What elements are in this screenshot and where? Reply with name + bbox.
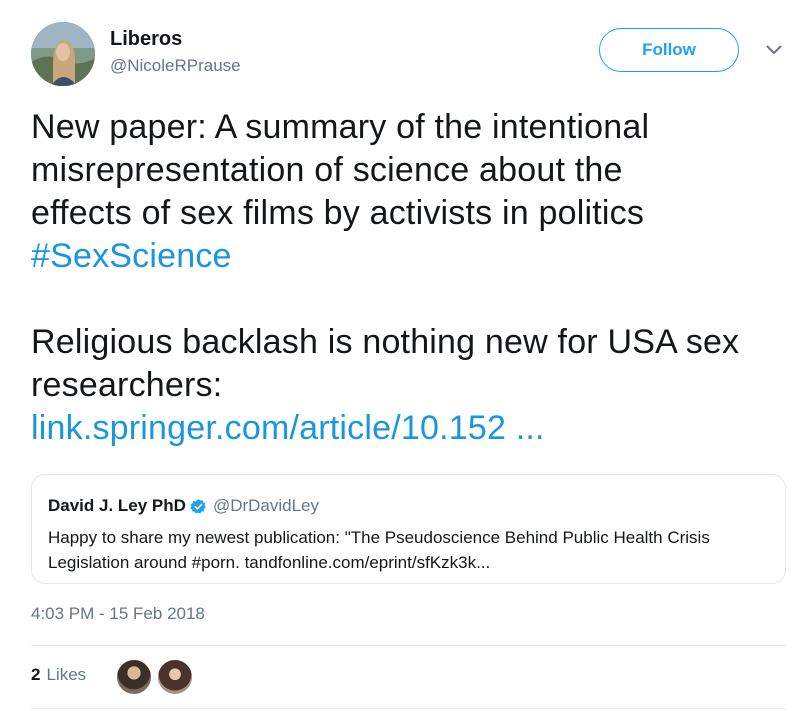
tweet-menu-button[interactable] — [764, 40, 784, 60]
tweet-text-line: New paper: A summary of the intentional — [31, 108, 650, 146]
tweet-text-line: researchers: — [31, 366, 223, 404]
divider — [31, 708, 786, 709]
quoted-tweet-text: Happy to share my newest publication: "T… — [48, 525, 769, 575]
verified-badge-icon — [190, 498, 207, 515]
article-link[interactable]: link.springer.com/article/10.152 ... — [31, 407, 791, 450]
tweet-text-line: misrepresentation of science about the — [31, 151, 623, 189]
tweet-text-line: Religious backlash is nothing new for US… — [31, 323, 740, 361]
follow-button[interactable]: Follow — [599, 28, 739, 72]
tweet-text: New paper: A summary of the intentional … — [31, 106, 791, 450]
author-name[interactable]: Liberos — [110, 28, 182, 51]
quoted-tweet[interactable]: David J. Ley PhD @DrDavidLey Happy to sh… — [31, 474, 786, 584]
hashtag-link[interactable]: #SexScience — [31, 235, 791, 278]
liker-avatar[interactable] — [157, 659, 193, 695]
quoted-author-handle: @DrDavidLey — [212, 496, 320, 515]
likes-stat[interactable]: 2 Likes — [31, 665, 86, 685]
quoted-text-line: Happy to share my newest publication: "T… — [48, 528, 710, 547]
quoted-text-line: Legislation around #porn. tandfonline.co… — [48, 553, 491, 572]
likes-count: 2 — [31, 665, 41, 684]
quoted-author-name: David J. Ley PhD — [48, 496, 186, 515]
divider — [31, 645, 786, 646]
author-avatar[interactable] — [31, 22, 95, 86]
profile-photo — [31, 22, 95, 86]
chevron-down-icon — [766, 45, 782, 54]
tweet-card: Liberos @NicoleRPrause Follow New paper:… — [0, 0, 798, 711]
author-handle[interactable]: @NicoleRPrause — [110, 56, 241, 76]
tweet-timestamp[interactable]: 4:03 PM - 15 Feb 2018 — [31, 604, 205, 624]
quoted-tweet-header: David J. Ley PhD @DrDavidLey — [48, 495, 769, 517]
liker-avatar[interactable] — [116, 659, 152, 695]
tweet-text-line: effects of sex films by activists in pol… — [31, 194, 645, 232]
likes-label: Likes — [46, 665, 87, 684]
